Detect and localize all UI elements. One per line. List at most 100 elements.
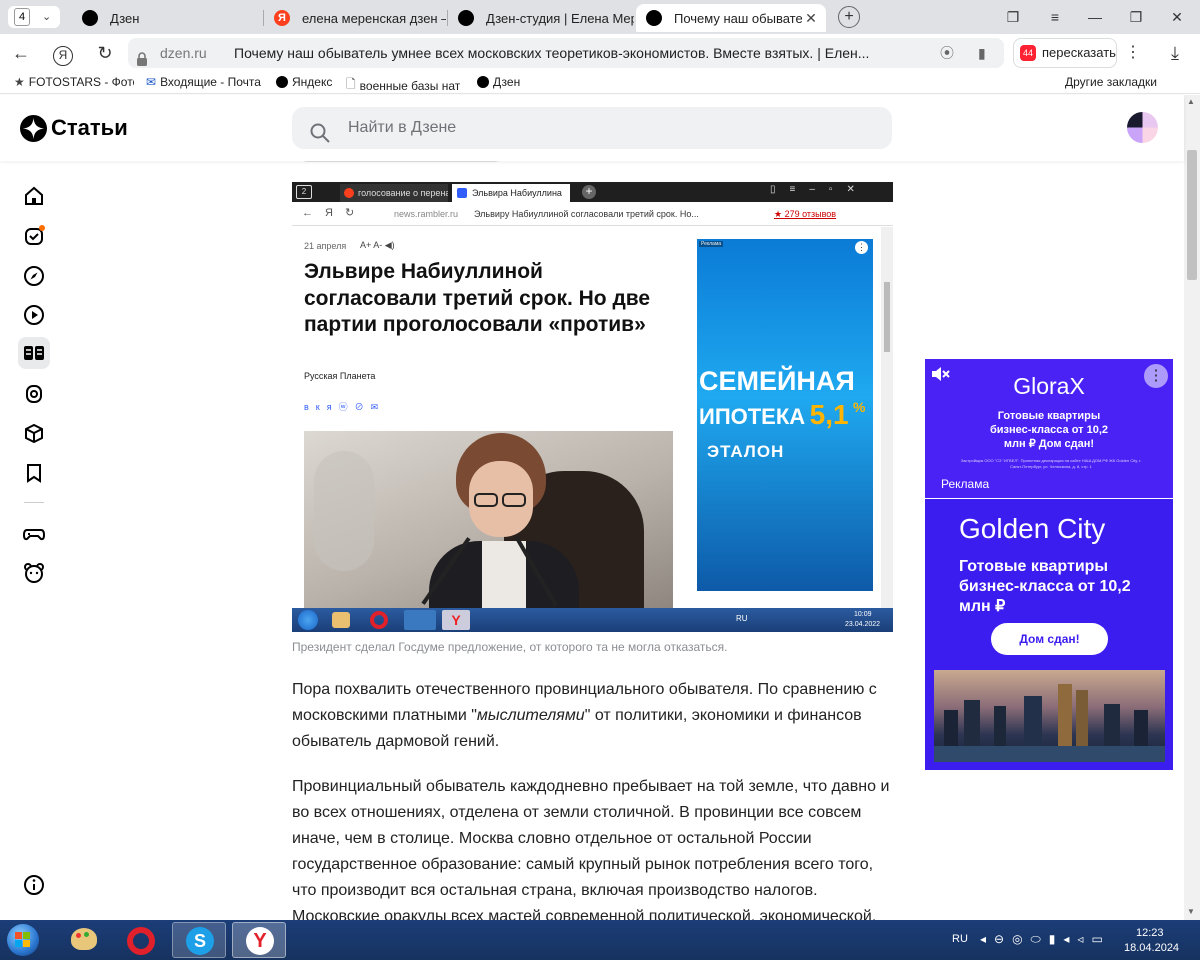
tab-yandex-search[interactable]: Я елена меренская дзен — Я — [264, 4, 446, 32]
retell-badge: 44 — [1020, 45, 1036, 61]
tab-dzen[interactable]: Дзен — [72, 4, 262, 32]
taskbar-lang[interactable]: RU — [952, 933, 968, 945]
inner-yandex-icon — [344, 188, 354, 198]
taskbar-time[interactable]: 12:23 — [1136, 927, 1164, 939]
sidebar-divider — [24, 502, 44, 503]
dzen-icon — [276, 76, 288, 88]
retell-button[interactable]: 44 пересказать — [1013, 38, 1117, 68]
ad1-fine-print: Застройщик ООО "СЗ "ИГВЕЛ". Проектная де… — [960, 458, 1142, 469]
new-tab-button[interactable]: + — [838, 6, 860, 28]
bookmark-icon[interactable]: ▮ — [978, 38, 986, 68]
home-icon[interactable] — [22, 184, 46, 208]
yandex-browser-icon[interactable]: Y — [232, 922, 286, 958]
navigation-bar: ← Я ↻ dzen.ru Почему наш обыватель умнее… — [0, 34, 1200, 72]
inner-ad-pct: % — [853, 399, 866, 415]
dzen-header: Статьи Найти в Дзене — [0, 95, 1184, 161]
dzen-logo-icon — [20, 114, 47, 142]
tray-icons[interactable]: ◂⊖◎⬭▮◂◃▭ — [980, 932, 1111, 947]
other-bookmarks[interactable]: Другие закладки — [1065, 75, 1157, 89]
bookmarks-bar: ★ FOTOSTARS - Фото ✉ Входящие - Почта Янде… — [0, 72, 1200, 94]
ad2-city-photo — [934, 670, 1165, 762]
chevron-down-icon: ⌄ — [42, 11, 52, 23]
mail-icon: ✉ — [146, 75, 157, 89]
inner-address-domain: news.rambler.ru — [394, 209, 459, 219]
menu-icon[interactable]: ≡ — [1040, 6, 1070, 28]
tab-current-article[interactable]: Почему наш обывател ✕ — [636, 4, 826, 32]
inner-taskbar: Y RU 10:09 23.04.2022 — [292, 608, 893, 632]
article-image-screenshot: 2 голосование о переназн Эльвира Набиулл… — [292, 182, 893, 632]
bookmarks-icon[interactable] — [22, 461, 46, 485]
address-title: Почему наш обыватель умнее всех московск… — [234, 45, 870, 61]
more-options-icon[interactable]: ⋮ — [1120, 41, 1146, 65]
bookmark-yandex[interactable]: Яндекс — [276, 75, 336, 89]
bookmark-fotostars[interactable]: ★ FOTOSTARS - Фото — [14, 75, 134, 89]
inner-headline: Эльвире Набиуллиной согласовали третий с… — [304, 260, 651, 336]
tab-dzen-studio[interactable]: Дзен-студия | Елена Мере — [448, 4, 634, 32]
ad2-text: Готовые квартиры бизнес-класса от 10,2 м… — [959, 558, 1131, 615]
taskbar-date[interactable]: 18.04.2024 — [1124, 942, 1179, 954]
reload-icon[interactable]: ↻ — [92, 41, 118, 65]
minimize-icon[interactable]: — — [1080, 6, 1110, 28]
bookmark-military-bases[interactable]: 🗋 военные базы нат — [346, 75, 466, 96]
yandex-home-icon[interactable]: Я — [50, 41, 76, 66]
paragraph-2: Провинциальный обыватель каждодневно пре… — [292, 778, 890, 925]
dzen-icon — [477, 76, 489, 88]
emphasis-text: мыслителями — [476, 707, 585, 724]
articles-icon[interactable] — [18, 337, 50, 369]
paint-icon[interactable] — [56, 922, 110, 958]
podcasts-icon[interactable] — [22, 382, 46, 406]
inner-ad-line2: ИПОТЕКА — [699, 404, 806, 429]
start-button[interactable] — [4, 922, 42, 958]
tab-count: 4 — [14, 8, 30, 26]
compass-icon[interactable] — [22, 264, 46, 288]
dzen-icon — [458, 10, 474, 26]
lock-icon — [136, 46, 148, 66]
dzen-search-input[interactable]: Найти в Дзене — [292, 107, 892, 149]
dzen-logo[interactable]: Статьи — [20, 114, 128, 142]
ad-banner-golden-city[interactable]: Golden City Готовые квартиры бизнес-клас… — [925, 499, 1173, 770]
logo-text: Статьи — [51, 115, 128, 140]
inner-date2: 23.04.2022 — [845, 621, 881, 628]
document-icon: 🗋 — [346, 77, 356, 91]
tab-title: Почему наш обывател — [674, 10, 802, 26]
ad2-cta-button[interactable]: Дом сдан! — [991, 623, 1108, 655]
ad-banner-glorax[interactable]: ⋮ GloraX Готовые квартиры бизнес-класса … — [925, 359, 1173, 498]
avatar[interactable] — [1127, 112, 1158, 143]
inner-reviews: ★ 279 отзывов — [774, 209, 837, 219]
inner-ad-banner: Реклама ⋮ СЕМЕЙНАЯ ИПОТЕКА 5,1 % ЭТАЛОН — [697, 239, 873, 591]
tabs-panel-icon[interactable]: ❐ — [998, 6, 1028, 28]
scroll-down-arrow-icon[interactable]: ▼ — [1187, 907, 1195, 916]
scroll-up-arrow-icon[interactable]: ▲ — [1187, 97, 1195, 106]
close-tab-icon[interactable]: ✕ — [802, 10, 820, 27]
opera-icon[interactable] — [114, 922, 168, 958]
info-icon[interactable] — [22, 873, 46, 897]
inner-lang: RU — [736, 614, 748, 623]
inner-date: 21 апреля — [304, 241, 347, 251]
location-icon[interactable]: ⦿ — [940, 38, 954, 68]
subscriptions-icon[interactable] — [22, 224, 46, 248]
back-arrow-icon[interactable]: ← — [8, 41, 34, 65]
retell-label: пересказать — [1042, 45, 1116, 60]
downloads-icon[interactable]: ⤓ — [1162, 41, 1188, 65]
more-options-icon: ⋮ — [855, 241, 868, 254]
bookmark-dzen[interactable]: Дзен — [477, 75, 537, 89]
inner-rambler-icon — [457, 188, 467, 198]
scrollbar-thumb[interactable] — [1187, 150, 1197, 280]
kids-bear-icon[interactable] — [22, 561, 46, 585]
tab-title: елена меренская дзен — Я — [302, 10, 446, 26]
address-bar[interactable]: dzen.ru Почему наш обыватель умнее всех … — [128, 38, 1004, 68]
tab-title: Дзен — [110, 10, 140, 26]
video-icon[interactable] — [22, 303, 46, 327]
tab-count-button[interactable]: 4 ⌄ — [8, 6, 60, 28]
bookmark-mail[interactable]: ✉ Входящие - Почта — [146, 75, 264, 89]
skype-icon[interactable]: S — [172, 922, 226, 958]
image-caption: Президент сделал Госдуме предложение, от… — [292, 640, 728, 654]
inner-ad-badge: Реклама — [699, 241, 724, 247]
ad1-label: Реклама — [941, 477, 990, 491]
address-domain: dzen.ru — [160, 45, 207, 61]
restore-icon[interactable]: ❐ — [1121, 6, 1151, 28]
games-cube-icon[interactable] — [22, 421, 46, 445]
gamepad-icon[interactable] — [22, 522, 46, 546]
close-window-icon[interactable]: ✕ — [1162, 6, 1192, 28]
paragraph-1: Пора похвалить отечественного провинциал… — [292, 681, 877, 750]
